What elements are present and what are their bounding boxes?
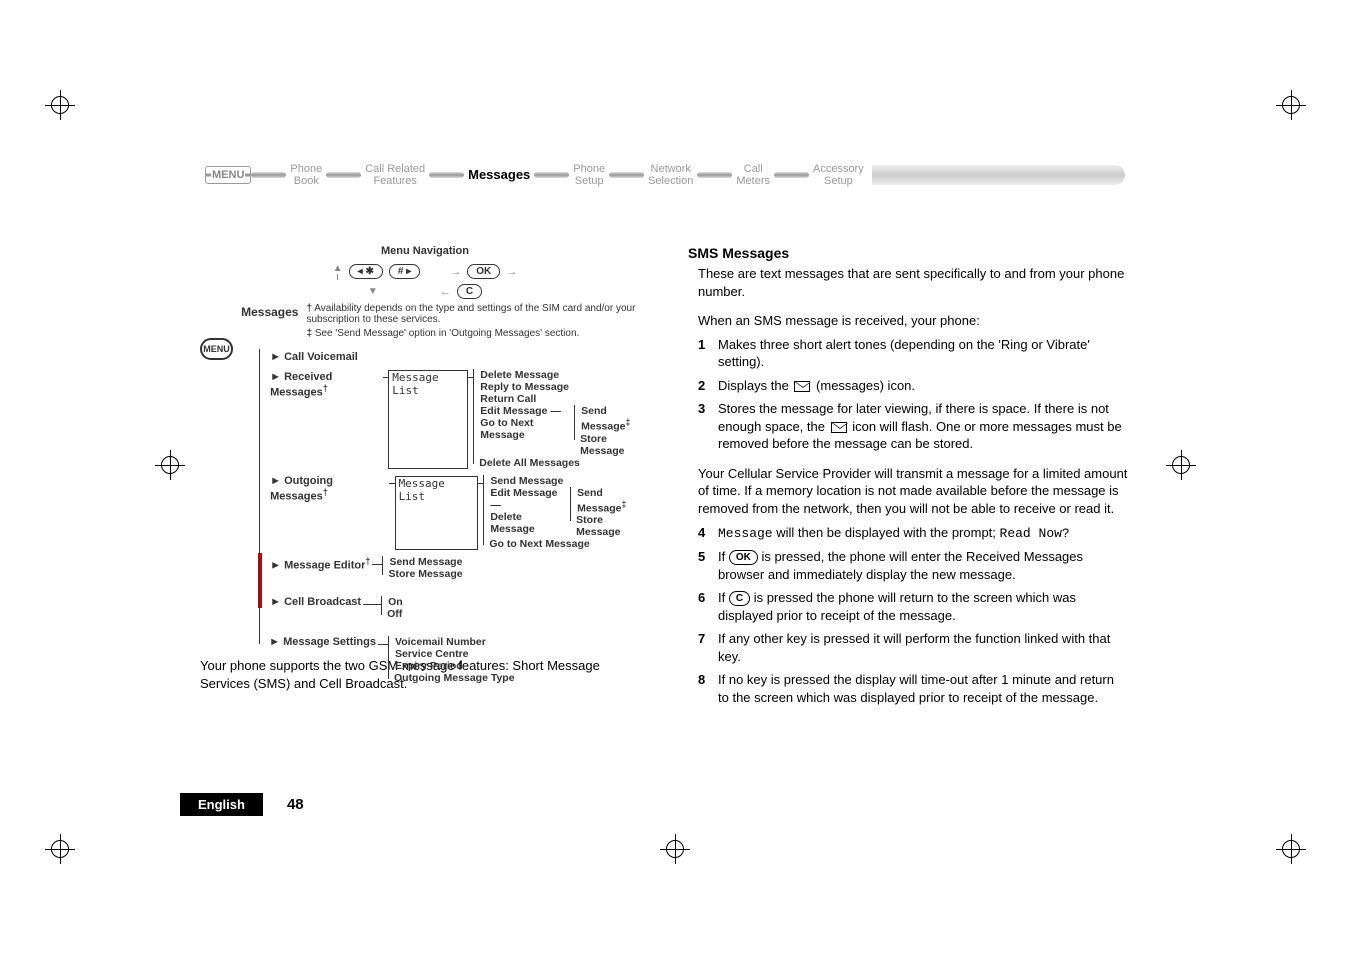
left-arrow-icon: ← xyxy=(440,286,451,298)
sub-voicemail-number: Voicemail Number xyxy=(388,636,515,648)
c-key: C xyxy=(457,284,482,299)
nav-item-active: Messages xyxy=(464,168,534,182)
footer-language: English xyxy=(180,793,263,816)
dagger-symbol: † xyxy=(306,303,312,314)
nav-item: Phone Book xyxy=(286,163,326,187)
ok-key-inline: OK xyxy=(729,550,758,565)
page-content: Menu Navigation ▲ ◂ ✱ # ▸ → OK → ▼ ← C M… xyxy=(200,245,1130,712)
sub-reply-to-message: Reply to Message xyxy=(473,381,650,393)
top-nav-bar: MENU Phone Book Call Related Features Me… xyxy=(205,150,1125,200)
nav-connector xyxy=(697,172,732,178)
menu-oval-button: MENU xyxy=(200,338,233,360)
nav-item: Network Selection xyxy=(644,163,697,187)
ddagger-symbol: ‡ xyxy=(306,328,312,339)
crop-mark xyxy=(660,834,690,864)
crop-mark xyxy=(1276,90,1306,120)
list-text: If no key is pressed the display will ti… xyxy=(718,671,1128,706)
sub-send-message: Send Message xyxy=(577,487,621,515)
right-arrow-icon: → xyxy=(506,266,517,278)
sub-delete-message: Delete Message xyxy=(473,369,650,381)
crop-mark xyxy=(45,834,75,864)
list-text: Makes three short alert tones (depending… xyxy=(718,336,1128,371)
sub-outgoing-msg-type: Outgoing Message Type xyxy=(388,672,515,684)
right-column: SMS Messages These are text messages tha… xyxy=(688,245,1128,712)
up-down-arrow-icon: ▲ xyxy=(333,263,343,280)
menu-tree-diagram: Menu Navigation ▲ ◂ ✱ # ▸ → OK → ▼ ← C M… xyxy=(200,245,650,645)
sub-goto-next: Go to Next Message xyxy=(483,538,650,550)
sms-para-2: When an SMS message is received, your ph… xyxy=(698,312,1128,330)
list-num: 3 xyxy=(698,400,710,453)
left-star-key: ◂ ✱ xyxy=(349,264,383,279)
right-arrow-icon: → xyxy=(450,266,461,278)
nav-connector xyxy=(326,172,361,178)
sub-service-centre: Service Centre xyxy=(388,648,515,660)
nav-item: Call Meters xyxy=(732,163,774,187)
menu-nav-title: Menu Navigation xyxy=(200,245,650,257)
nav-item: Accessory Setup xyxy=(809,163,868,187)
list-num: 5 xyxy=(698,548,710,583)
list-num: 8 xyxy=(698,671,710,706)
hash-right-key: # ▸ xyxy=(389,264,420,279)
sub-return-call: Return Call xyxy=(473,393,650,405)
list-text: Message will then be displayed with the … xyxy=(718,524,1070,543)
list-text: Displays the (messages) icon. xyxy=(718,377,915,395)
mail-icon xyxy=(831,422,847,433)
sub-delete-message: Delete Message xyxy=(490,511,566,535)
sms-heading: SMS Messages xyxy=(688,245,1128,261)
nav-item: Call Related Features xyxy=(361,163,429,187)
mail-icon xyxy=(794,381,810,392)
page-footer: English 48 xyxy=(180,793,304,816)
sub-store-message: Store Message xyxy=(570,514,650,538)
list-num: 2 xyxy=(698,377,710,395)
branch-message-settings: Message Settings xyxy=(283,636,376,648)
sub-expiry-period: Expiry Period xyxy=(388,660,515,672)
list-text: Stores the message for later viewing, if… xyxy=(718,400,1128,453)
footnote-1: Availability depends on the type and set… xyxy=(306,303,635,325)
list-num: 1 xyxy=(698,336,710,371)
nav-connector xyxy=(251,172,286,178)
nav-connector xyxy=(609,172,644,178)
sub-delete-all: Delete All Messages xyxy=(473,457,650,469)
list-text: If any other key is pressed it will perf… xyxy=(718,630,1128,665)
menu-button: MENU xyxy=(205,166,251,184)
nav-item: Phone Setup xyxy=(569,163,609,187)
tree-root-label: Messages xyxy=(241,305,298,319)
left-column: Menu Navigation ▲ ◂ ✱ # ▸ → OK → ▼ ← C M… xyxy=(200,245,650,712)
list-text: If C is pressed the phone will return to… xyxy=(718,589,1128,624)
branch-message-editor: Message Editor xyxy=(284,560,365,572)
crop-mark xyxy=(1166,450,1196,480)
list-num: 6 xyxy=(698,589,710,624)
ok-key: OK xyxy=(467,264,500,279)
footnote-2: See 'Send Message' option in 'Outgoing M… xyxy=(315,328,579,339)
list-text: If OK is pressed, the phone will enter t… xyxy=(718,548,1128,583)
sms-para-1: These are text messages that are sent sp… xyxy=(698,265,1128,300)
crop-mark xyxy=(45,90,75,120)
sub-edit-message: Edit Message xyxy=(480,405,547,417)
sub-edit-message: Edit Message xyxy=(490,487,557,499)
nav-connector xyxy=(774,172,809,178)
branch-cell-broadcast: Cell Broadcast xyxy=(284,596,361,608)
sub-store-message: Store Message xyxy=(382,568,462,580)
message-list-box: Message List xyxy=(388,370,468,469)
sub-send-message: Send Message xyxy=(483,475,650,487)
branch-call-voicemail: Call Voicemail xyxy=(284,351,358,363)
sub-goto-next: Go to Next Message xyxy=(480,417,570,441)
down-arrow-icon: ▼ xyxy=(368,286,378,297)
sms-para-3: Your Cellular Service Provider will tran… xyxy=(698,465,1128,518)
c-key-inline: C xyxy=(729,591,750,606)
page-number: 48 xyxy=(287,796,304,813)
nav-connector xyxy=(429,172,464,178)
message-list-box: Message List xyxy=(395,476,478,551)
sub-send-message: Send Message xyxy=(382,556,462,568)
nav-connector xyxy=(534,172,569,178)
nav-tail xyxy=(872,165,1125,185)
list-num: 4 xyxy=(698,524,710,543)
sub-on: On xyxy=(381,596,403,608)
crop-mark xyxy=(155,450,185,480)
list-num: 7 xyxy=(698,630,710,665)
sub-off: Off xyxy=(381,608,403,620)
crop-mark xyxy=(1276,834,1306,864)
sub-send-message: Send Message xyxy=(581,405,625,433)
sub-store-message: Store Message xyxy=(574,433,650,457)
